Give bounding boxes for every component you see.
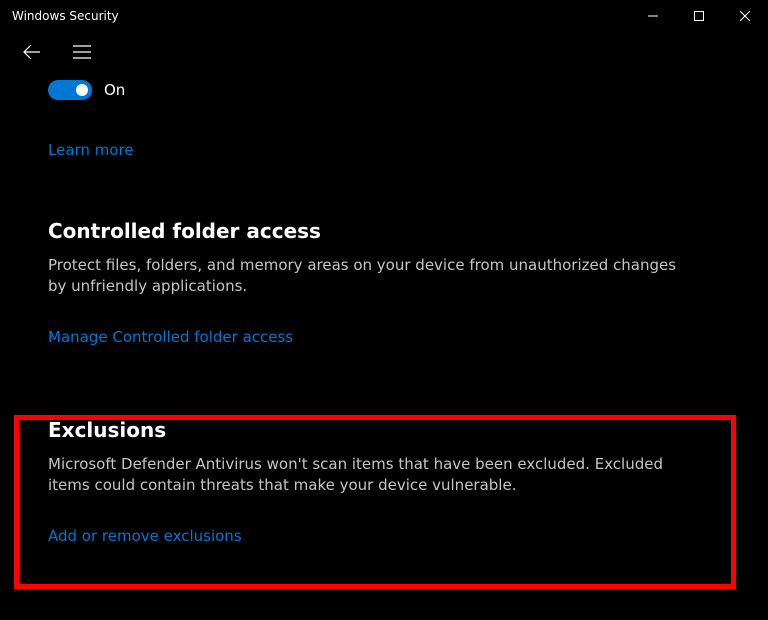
maximize-button[interactable] [676,0,722,32]
exclusions-section: Exclusions Microsoft Defender Antivirus … [48,418,720,545]
back-button[interactable] [12,32,52,72]
close-icon [740,11,750,21]
minimize-button[interactable] [630,0,676,32]
close-button[interactable] [722,0,768,32]
exclusions-description: Microsoft Defender Antivirus won't scan … [48,454,688,496]
minimize-icon [648,11,658,21]
exclusions-heading: Exclusions [48,418,720,442]
window-title: Windows Security [12,9,119,23]
toggle-row: On [48,80,720,100]
controlled-folder-description: Protect files, folders, and memory areas… [48,255,688,297]
controlled-folder-heading: Controlled folder access [48,219,720,243]
toggle-knob [76,84,88,96]
maximize-icon [694,11,704,21]
hamburger-button[interactable] [62,32,102,72]
add-remove-exclusions-link[interactable]: Add or remove exclusions [48,527,242,545]
controlled-folder-section: Controlled folder access Protect files, … [48,219,720,346]
toggle-label: On [104,81,125,99]
manage-controlled-folder-link[interactable]: Manage Controlled folder access [48,328,293,346]
nav-row [0,32,768,72]
realtime-protection-toggle[interactable] [48,80,92,100]
content-area: On Learn more Controlled folder access P… [0,72,768,545]
learn-more-link[interactable]: Learn more [48,141,134,159]
titlebar: Windows Security [0,0,768,32]
back-arrow-icon [23,43,41,61]
window-controls [630,0,768,32]
hamburger-icon [73,45,91,59]
